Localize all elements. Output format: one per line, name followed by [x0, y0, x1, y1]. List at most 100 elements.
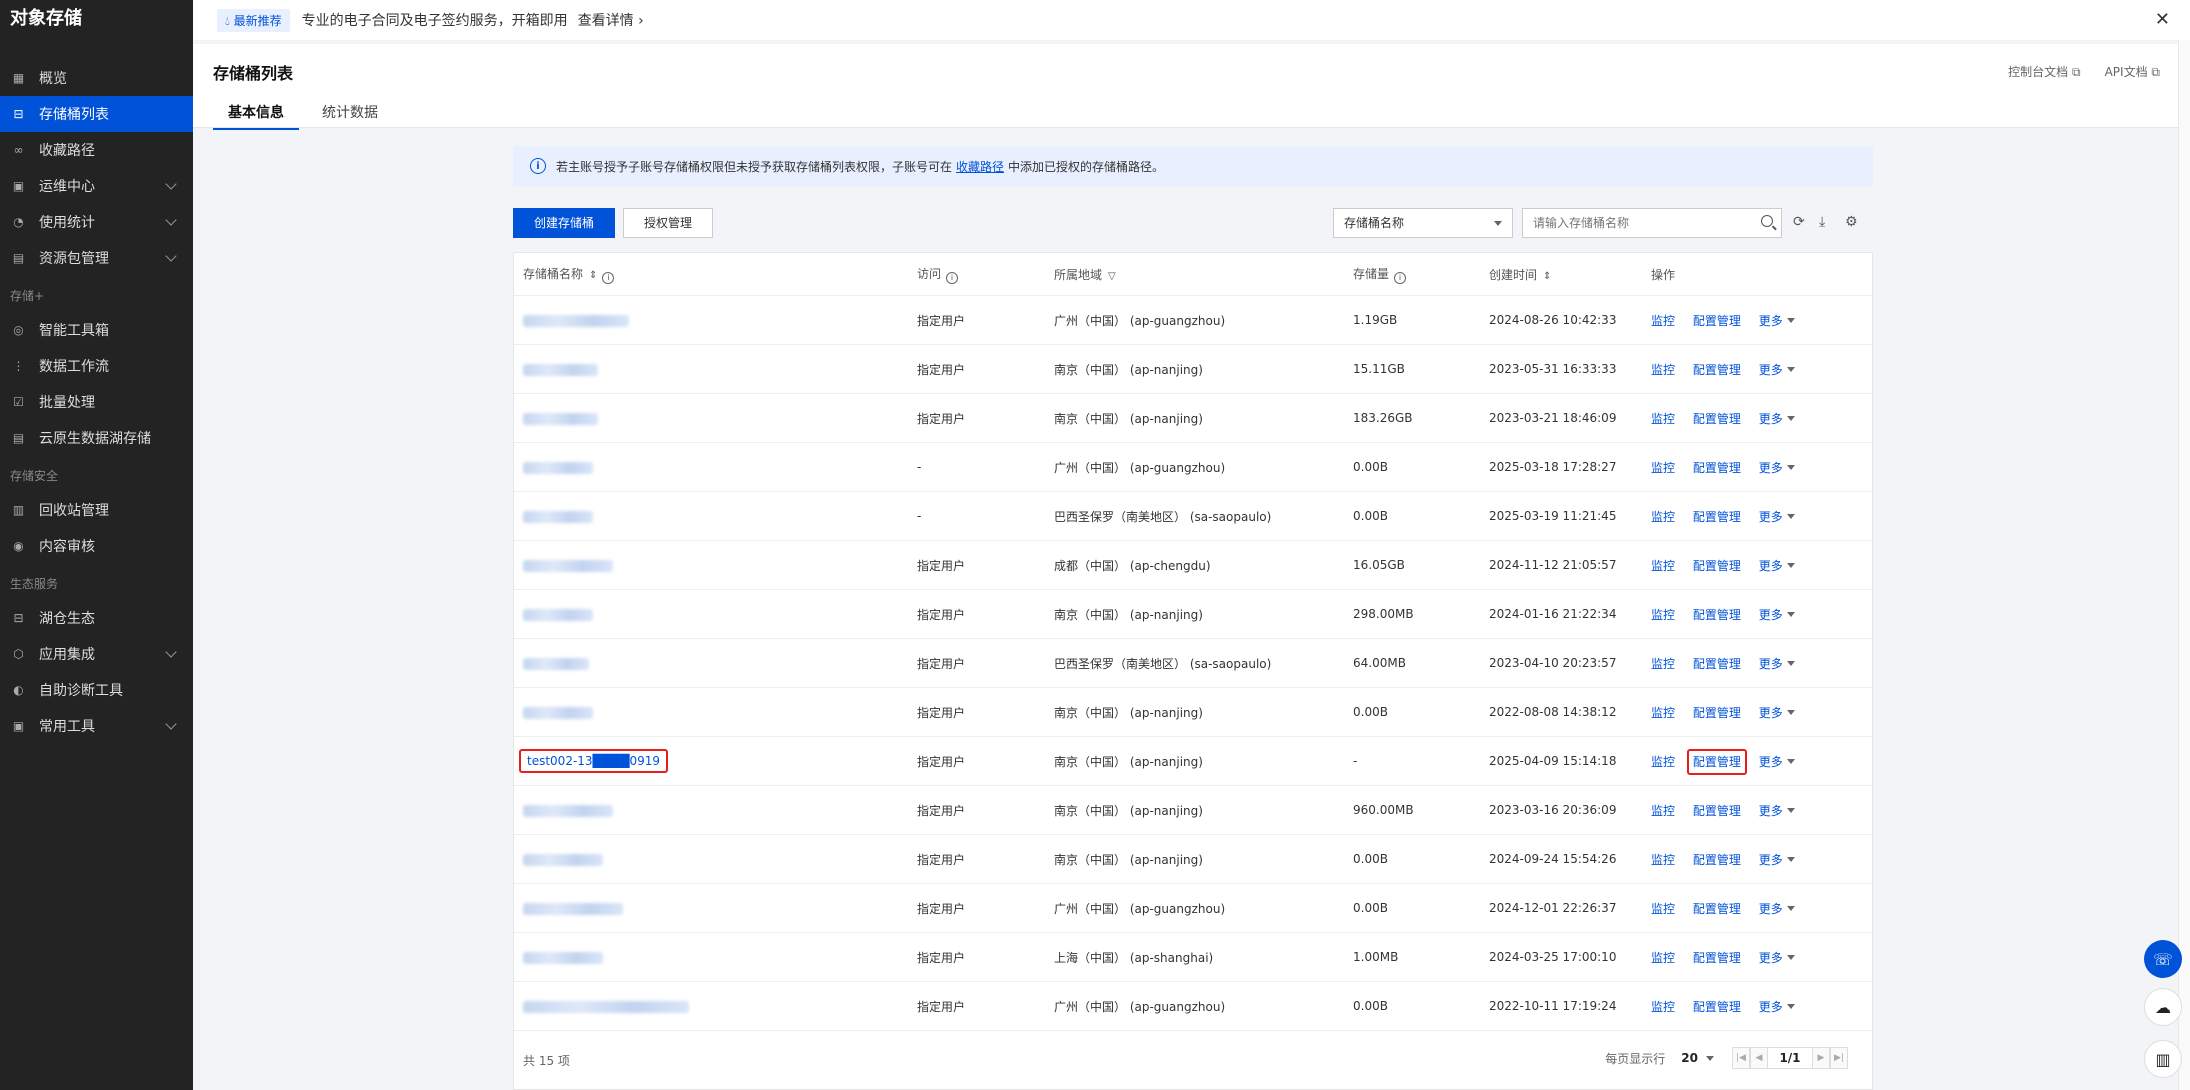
sidebar-item[interactable]: ⋮ 数据工作流	[0, 348, 193, 384]
tab-basic-info[interactable]: 基本信息	[213, 96, 299, 130]
sidebar-item[interactable]: ⊟ 存储桶列表	[0, 96, 193, 132]
more-link[interactable]: 更多	[1759, 314, 1795, 328]
bucket-name-redacted[interactable]	[523, 706, 593, 719]
page-indicator[interactable]: 1/1	[1768, 1047, 1812, 1069]
more-link[interactable]: 更多	[1759, 559, 1795, 573]
config-manage-link[interactable]: 配置管理	[1686, 748, 1747, 775]
caret-down-icon[interactable]	[1706, 1055, 1714, 1061]
sidebar-item[interactable]: ▤ 资源包管理	[0, 240, 193, 276]
bucket-name-redacted[interactable]	[523, 902, 623, 915]
more-link[interactable]: 更多	[1759, 363, 1795, 377]
bucket-name-redacted[interactable]	[523, 363, 598, 376]
more-link[interactable]: 更多	[1759, 951, 1795, 965]
monitor-link[interactable]: 监控	[1651, 461, 1675, 475]
refresh-icon[interactable]: ⟳	[1793, 214, 1805, 230]
monitor-link[interactable]: 监控	[1651, 657, 1675, 671]
bucket-name-link[interactable]: test002-13████0919	[519, 749, 669, 773]
monitor-link[interactable]: 监控	[1651, 412, 1675, 426]
bucket-name-redacted[interactable]	[523, 314, 629, 327]
filter-icon[interactable]: ▽	[1108, 271, 1116, 282]
bucket-name-redacted[interactable]	[523, 657, 589, 670]
more-link[interactable]: 更多	[1759, 755, 1795, 769]
more-link[interactable]: 更多	[1759, 461, 1795, 475]
sidebar-item[interactable]: ◉ 内容审核	[0, 528, 193, 564]
monitor-link[interactable]: 监控	[1651, 853, 1675, 867]
sidebar-item[interactable]: ▤ 云原生数据湖存储	[0, 420, 193, 456]
config-manage-link[interactable]: 配置管理	[1693, 314, 1741, 328]
monitor-link[interactable]: 监控	[1651, 706, 1675, 720]
sort-icon[interactable]: ⇕	[589, 270, 597, 281]
create-bucket-button[interactable]: 创建存储桶	[513, 208, 616, 238]
sidebar-item[interactable]: ▣ 常用工具	[0, 708, 193, 744]
config-manage-link[interactable]: 配置管理	[1693, 804, 1741, 818]
more-link[interactable]: 更多	[1759, 706, 1795, 720]
settings-icon[interactable]: ⚙	[1845, 214, 1858, 230]
monitor-link[interactable]: 监控	[1651, 902, 1675, 916]
config-manage-link[interactable]: 配置管理	[1693, 363, 1741, 377]
first-page-icon[interactable]: |◀	[1732, 1047, 1750, 1069]
tab-statistics[interactable]: 统计数据	[307, 96, 393, 130]
more-link[interactable]: 更多	[1759, 412, 1795, 426]
bucket-name-redacted[interactable]	[523, 1000, 689, 1013]
search-icon[interactable]	[1761, 215, 1773, 227]
bucket-name-redacted[interactable]	[523, 951, 603, 964]
monitor-link[interactable]: 监控	[1651, 755, 1675, 769]
api-doc-link[interactable]: API文档 ⧉	[2105, 63, 2160, 80]
config-manage-link[interactable]: 配置管理	[1693, 1000, 1741, 1014]
more-link[interactable]: 更多	[1759, 657, 1795, 671]
monitor-link[interactable]: 监控	[1651, 314, 1675, 328]
sidebar-item[interactable]: ▣ 运维中心	[0, 168, 193, 204]
config-manage-link[interactable]: 配置管理	[1693, 657, 1741, 671]
sidebar-item[interactable]: ⬡ 应用集成	[0, 636, 193, 672]
per-page-select[interactable]: 20	[1681, 1051, 1698, 1065]
sidebar-item[interactable]: ◔ 使用统计	[0, 204, 193, 240]
favorite-path-link[interactable]: 收藏路径	[956, 158, 1004, 175]
config-manage-link[interactable]: 配置管理	[1693, 853, 1741, 867]
bucket-name-redacted[interactable]	[523, 853, 603, 866]
sort-icon[interactable]: ⇕	[1543, 271, 1551, 282]
sidebar-item[interactable]: ◐ 自助诊断工具	[0, 672, 193, 708]
more-link[interactable]: 更多	[1759, 608, 1795, 622]
config-manage-link[interactable]: 配置管理	[1693, 510, 1741, 524]
close-icon[interactable]: ✕	[2155, 9, 2170, 30]
sidebar-item[interactable]: ∞ 收藏路径	[0, 132, 193, 168]
download-icon[interactable]: ⤓	[1819, 214, 1825, 230]
filter-select[interactable]: 存储桶名称	[1333, 208, 1513, 238]
sidebar-item[interactable]: ⊟ 湖仓生态	[0, 600, 193, 636]
bucket-name-redacted[interactable]	[523, 510, 593, 523]
more-link[interactable]: 更多	[1759, 902, 1795, 916]
bucket-name-redacted[interactable]	[523, 559, 613, 572]
support-chat-icon[interactable]: ☏	[2144, 940, 2182, 978]
monitor-link[interactable]: 监控	[1651, 951, 1675, 965]
more-link[interactable]: 更多	[1759, 1000, 1795, 1014]
config-manage-link[interactable]: 配置管理	[1693, 461, 1741, 475]
next-page-icon[interactable]: ▶	[1812, 1047, 1830, 1069]
bucket-name-redacted[interactable]	[523, 804, 613, 817]
config-manage-link[interactable]: 配置管理	[1693, 902, 1741, 916]
last-page-icon[interactable]: ▶|	[1830, 1047, 1848, 1069]
sidebar-item[interactable]: ▥ 回收站管理	[0, 492, 193, 528]
more-link[interactable]: 更多	[1759, 510, 1795, 524]
bucket-name-redacted[interactable]	[523, 412, 598, 425]
bucket-name-redacted[interactable]	[523, 461, 593, 474]
monitor-link[interactable]: 监控	[1651, 804, 1675, 818]
more-link[interactable]: 更多	[1759, 804, 1795, 818]
config-manage-link[interactable]: 配置管理	[1693, 608, 1741, 622]
config-manage-link[interactable]: 配置管理	[1693, 706, 1741, 720]
monitor-link[interactable]: 监控	[1651, 363, 1675, 377]
config-manage-link[interactable]: 配置管理	[1693, 412, 1741, 426]
promo-more-link[interactable]: 查看详情 ›	[578, 10, 644, 30]
page-scrollbar[interactable]	[2178, 40, 2190, 1090]
monitor-link[interactable]: 监控	[1651, 608, 1675, 622]
monitor-link[interactable]: 监控	[1651, 559, 1675, 573]
console-doc-link[interactable]: 控制台文档 ⧉	[2008, 63, 2080, 80]
prev-page-icon[interactable]: ◀	[1750, 1047, 1768, 1069]
config-manage-link[interactable]: 配置管理	[1693, 559, 1741, 573]
sidebar-item[interactable]: ▦ 概览	[0, 60, 193, 96]
bucket-name-redacted[interactable]	[523, 608, 593, 621]
more-link[interactable]: 更多	[1759, 853, 1795, 867]
docs-book-icon[interactable]: ▥	[2144, 1040, 2182, 1078]
cloud-assistant-icon[interactable]: ☁	[2144, 988, 2182, 1026]
sidebar-item[interactable]: ◎ 智能工具箱	[0, 312, 193, 348]
config-manage-link[interactable]: 配置管理	[1693, 951, 1741, 965]
